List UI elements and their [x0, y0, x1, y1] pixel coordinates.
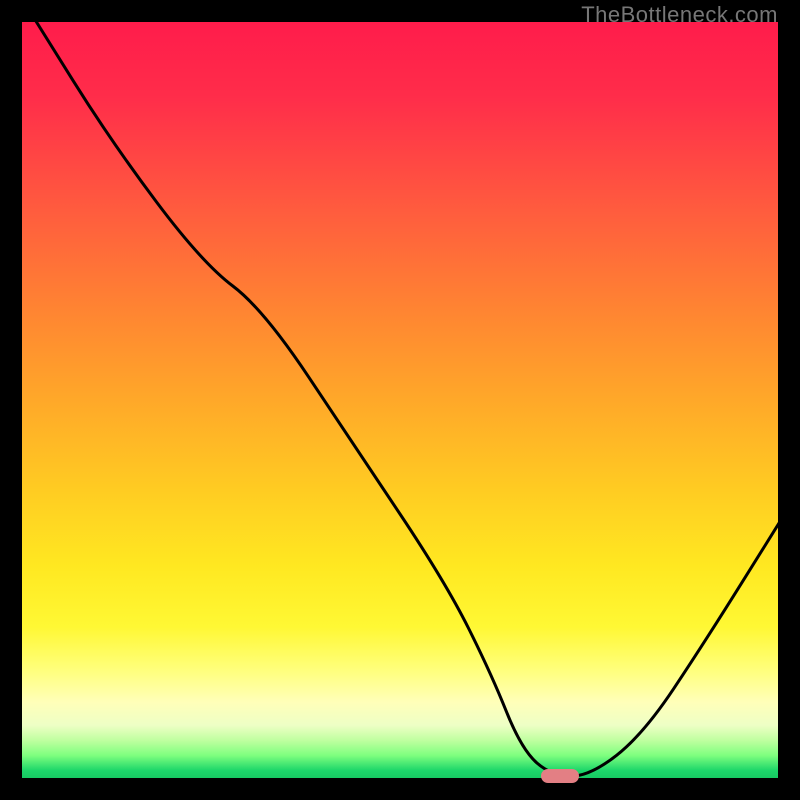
chart-marker [541, 769, 579, 783]
watermark-text: TheBottleneck.com [581, 2, 778, 28]
chart-gradient-area [20, 20, 780, 780]
